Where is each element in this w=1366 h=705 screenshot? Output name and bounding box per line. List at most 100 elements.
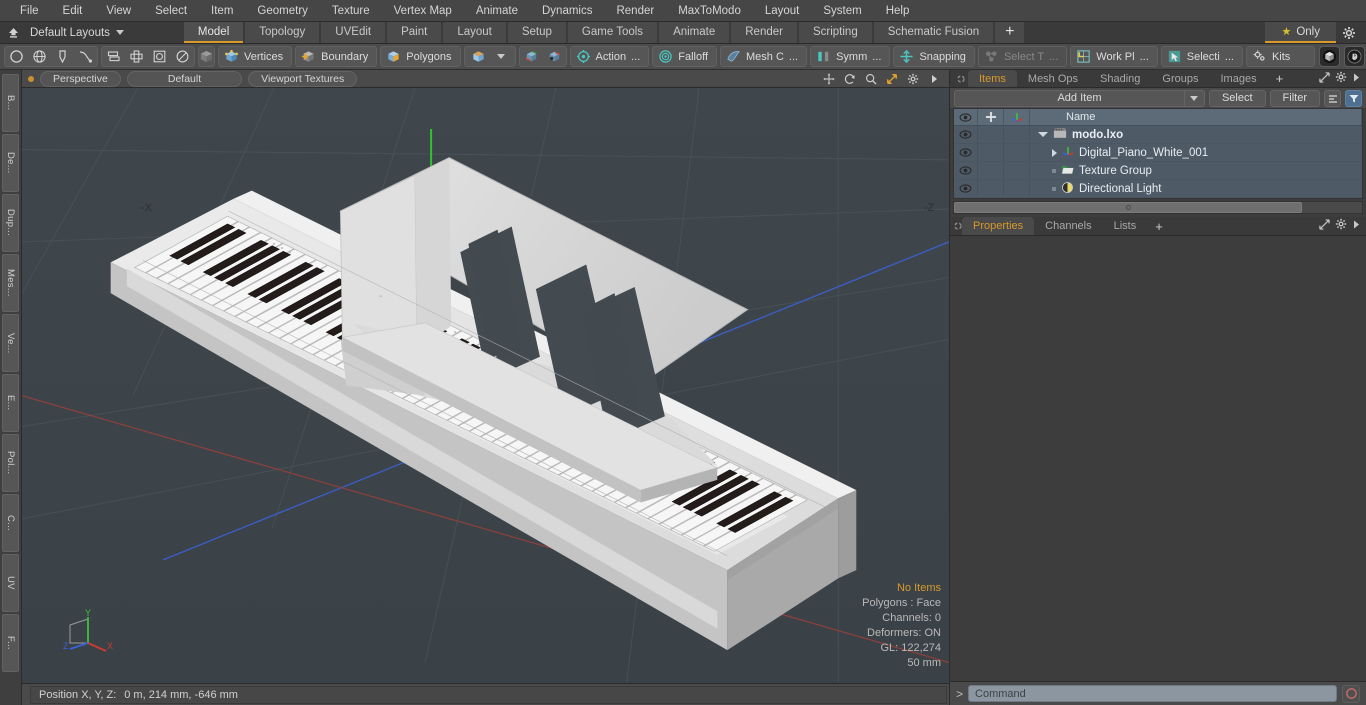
- snap-edge-icon[interactable]: [543, 47, 566, 66]
- chevron-down-icon[interactable]: [490, 47, 513, 66]
- left-tool-tab-5[interactable]: E...: [2, 374, 19, 432]
- action-center-control[interactable]: Action ...: [569, 46, 650, 67]
- snapping-control[interactable]: Snapping: [893, 46, 975, 67]
- layout-tab-game-tools[interactable]: Game Tools: [567, 22, 658, 43]
- viewport-view-selector[interactable]: Perspective: [40, 70, 121, 87]
- snap-vertex-icon[interactable]: [520, 47, 543, 66]
- row-visibility-toggle[interactable]: [954, 180, 978, 197]
- chevron-right-icon[interactable]: [927, 72, 941, 86]
- twisty-closed-icon[interactable]: [1052, 148, 1057, 157]
- panel-tab-lists[interactable]: Lists: [1102, 217, 1148, 235]
- menu-item-view[interactable]: View: [94, 0, 143, 22]
- menu-item-geometry[interactable]: Geometry: [245, 0, 320, 22]
- menu-item-render[interactable]: Render: [604, 0, 666, 22]
- chevron-right-icon[interactable]: [1352, 70, 1361, 88]
- selection-mode-polygons[interactable]: Polygons: [380, 46, 461, 67]
- layout-tab-layout[interactable]: Layout: [443, 22, 506, 43]
- gear-icon[interactable]: [906, 72, 920, 86]
- kits-control[interactable]: Kits: [1245, 46, 1316, 67]
- add-layout-tab-button[interactable]: +: [995, 22, 1025, 43]
- funnel-icon[interactable]: [1345, 89, 1362, 107]
- menu-item-animate[interactable]: Animate: [464, 0, 530, 22]
- bezier-icon[interactable]: [74, 47, 97, 66]
- left-tool-tab-2[interactable]: Dup...: [2, 194, 19, 252]
- globe-icon[interactable]: [28, 47, 51, 66]
- row-visibility-toggle[interactable]: [954, 162, 978, 179]
- layout-selector[interactable]: Default Layouts: [26, 22, 134, 43]
- menu-item-system[interactable]: System: [811, 0, 873, 22]
- square-in-square-icon[interactable]: [148, 47, 171, 66]
- panel-tab-properties[interactable]: Properties: [962, 217, 1035, 235]
- layout-tab-render[interactable]: Render: [731, 22, 797, 43]
- pan-icon[interactable]: [822, 72, 836, 86]
- stack-icon[interactable]: [102, 47, 125, 66]
- row-axis-cell[interactable]: [1004, 180, 1030, 197]
- record-icon[interactable]: [1342, 684, 1360, 703]
- symmetry-control[interactable]: Symm ...: [810, 46, 891, 67]
- menu-item-texture[interactable]: Texture: [320, 0, 382, 22]
- left-tool-tab-4[interactable]: Ve...: [2, 314, 19, 372]
- scrollbar-thumb[interactable]: [954, 202, 1302, 213]
- 3d-viewport[interactable]: -X -Z No Items Polygons: Face Channels:…: [22, 88, 949, 683]
- table-row[interactable]: Texture Group: [954, 162, 1362, 180]
- panel-tab-shading[interactable]: Shading: [1089, 70, 1152, 87]
- zoom-icon[interactable]: [864, 72, 878, 86]
- viewport-shading-selector[interactable]: Default: [126, 70, 243, 87]
- ellipse-icon[interactable]: [171, 47, 194, 66]
- select-button[interactable]: Select: [1208, 89, 1266, 107]
- menu-item-edit[interactable]: Edit: [51, 0, 95, 22]
- work-plane-control[interactable]: Work Pl ...: [1070, 46, 1158, 67]
- left-tool-tab-1[interactable]: De...: [2, 134, 19, 192]
- left-tool-tab-3[interactable]: Mes...: [2, 254, 19, 312]
- center-icon[interactable]: [125, 47, 148, 66]
- menu-item-vertex-map[interactable]: Vertex Map: [382, 0, 464, 22]
- item-cube-icon[interactable]: [467, 47, 490, 66]
- row-visibility-toggle[interactable]: [954, 144, 978, 161]
- menu-item-select[interactable]: Select: [143, 0, 199, 22]
- layout-tab-schematic-fusion[interactable]: Schematic Fusion: [873, 22, 994, 43]
- row-axis-cell[interactable]: [1004, 162, 1030, 179]
- expand-icon[interactable]: [1319, 217, 1330, 235]
- layout-tab-setup[interactable]: Setup: [507, 22, 566, 43]
- chevron-right-icon[interactable]: [1352, 217, 1361, 235]
- gear-icon[interactable]: [1335, 217, 1347, 235]
- menu-item-layout[interactable]: Layout: [753, 0, 812, 22]
- layout-tab-animate[interactable]: Animate: [659, 22, 730, 43]
- add-item-button[interactable]: Add Item: [954, 89, 1205, 107]
- row-lock-cell[interactable]: [978, 162, 1004, 179]
- menu-item-item[interactable]: Item: [199, 0, 245, 22]
- only-button[interactable]: ★ Only: [1265, 22, 1336, 43]
- layout-tab-topology[interactable]: Topology: [245, 22, 320, 43]
- layout-tab-model[interactable]: Model: [183, 22, 244, 43]
- row-lock-cell[interactable]: [978, 180, 1004, 197]
- left-tool-tab-9[interactable]: F...: [2, 614, 19, 672]
- list-toggle-icon[interactable]: [1324, 89, 1341, 107]
- row-axis-cell[interactable]: [1004, 144, 1030, 161]
- home-up-icon[interactable]: [0, 22, 26, 43]
- element-cube-icon[interactable]: [198, 46, 215, 67]
- panel-tab-groups[interactable]: Groups: [1151, 70, 1210, 87]
- filter-button[interactable]: Filter: [1269, 89, 1320, 107]
- selection-mode-vertices[interactable]: Vertices: [218, 46, 293, 67]
- expand-icon[interactable]: [1319, 70, 1330, 88]
- pen-icon[interactable]: [51, 47, 74, 66]
- left-tool-tab-7[interactable]: C...: [2, 494, 19, 552]
- layout-tab-scripting[interactable]: Scripting: [798, 22, 872, 43]
- menu-item-maxtomodo[interactable]: MaxToModo: [666, 0, 753, 22]
- table-row[interactable]: Digital_Piano_White_001: [954, 144, 1362, 162]
- gear-icon[interactable]: [1336, 22, 1362, 43]
- row-lock-cell[interactable]: [978, 126, 1004, 143]
- layout-tab-paint[interactable]: Paint: [387, 22, 442, 43]
- menu-item-help[interactable]: Help: [874, 0, 922, 22]
- items-tree-horizontal-scrollbar[interactable]: [953, 201, 1363, 214]
- chevron-down-icon[interactable]: [1183, 90, 1204, 106]
- left-tool-tab-0[interactable]: B...: [2, 74, 19, 132]
- maximize-icon[interactable]: [885, 72, 899, 86]
- layout-tab-uvedit[interactable]: UVEdit: [321, 22, 386, 43]
- falloff-control[interactable]: Falloff: [652, 46, 718, 67]
- select-through-control[interactable]: Select T ...: [977, 46, 1068, 67]
- add-properties-tab-button[interactable]: +: [1147, 217, 1171, 235]
- row-axis-cell[interactable]: [1004, 126, 1030, 143]
- left-tool-tab-6[interactable]: Pol...: [2, 434, 19, 492]
- selection-set-control[interactable]: Selecti ...: [1160, 46, 1243, 67]
